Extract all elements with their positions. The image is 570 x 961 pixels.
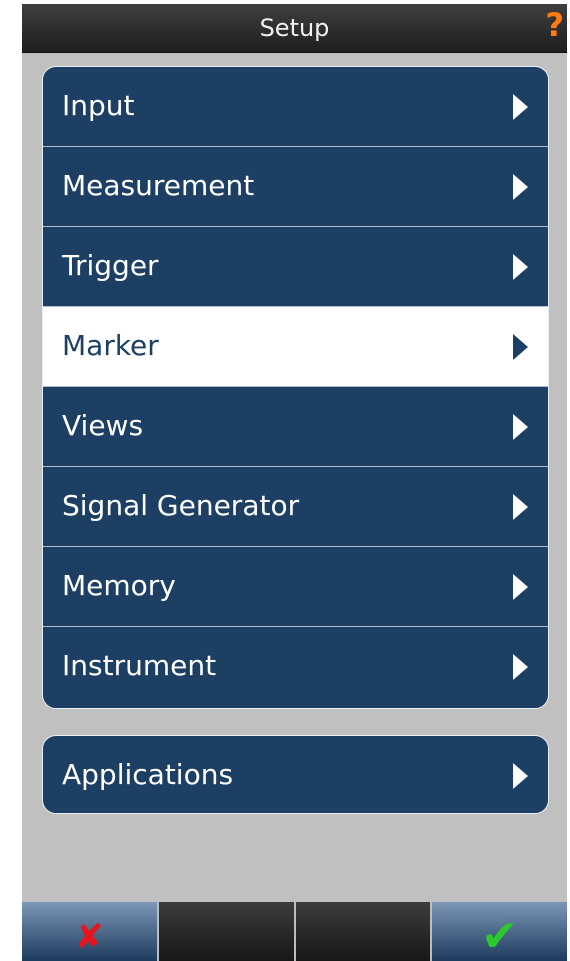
cancel-icon: ✘	[75, 917, 104, 957]
menu-item-label: Memory	[62, 569, 176, 602]
menu-item-input[interactable]: Input	[43, 67, 548, 147]
menu-item-label: Marker	[62, 329, 159, 362]
softkey-bar: ✘ ✔	[22, 902, 567, 961]
menu-item-measurement[interactable]: Measurement	[43, 147, 548, 227]
chevron-right-icon	[513, 94, 528, 120]
device-screen: Setup ? Input Measurement Trigger Marker…	[22, 4, 567, 961]
menu-item-marker[interactable]: Marker	[43, 307, 548, 387]
ok-button[interactable]: ✔	[430, 902, 567, 961]
menu-item-label: Input	[62, 89, 135, 122]
menu-item-label: Views	[62, 409, 144, 442]
menu-item-applications[interactable]: Applications	[43, 736, 548, 813]
softkey-3[interactable]	[293, 902, 431, 961]
chevron-right-icon	[513, 494, 528, 520]
page-title: Setup	[259, 14, 330, 42]
chevron-right-icon	[513, 654, 528, 680]
menu-item-label: Applications	[62, 758, 234, 791]
chevron-right-icon	[513, 574, 528, 600]
chevron-right-icon	[513, 414, 528, 440]
menu-item-trigger[interactable]: Trigger	[43, 227, 548, 307]
cancel-button[interactable]: ✘	[22, 902, 157, 961]
help-icon[interactable]: ?	[545, 8, 564, 42]
menu-item-signal-generator[interactable]: Signal Generator	[43, 467, 548, 547]
applications-menu: Applications	[42, 735, 549, 814]
chevron-right-icon	[513, 254, 528, 280]
title-bar: Setup ?	[22, 4, 567, 53]
chevron-right-icon	[513, 334, 528, 360]
menu-item-views[interactable]: Views	[43, 387, 548, 467]
menu-item-label: Measurement	[62, 169, 255, 202]
softkey-2[interactable]	[156, 902, 294, 961]
chevron-right-icon	[513, 174, 528, 200]
menu-item-label: Signal Generator	[62, 489, 300, 522]
checkmark-icon: ✔	[481, 911, 519, 961]
menu-item-instrument[interactable]: Instrument	[43, 627, 548, 707]
menu-item-label: Instrument	[62, 649, 217, 682]
setup-menu: Input Measurement Trigger Marker Views S…	[42, 66, 549, 709]
menu-item-label: Trigger	[62, 249, 159, 282]
chevron-right-icon	[513, 763, 528, 789]
menu-item-memory[interactable]: Memory	[43, 547, 548, 627]
